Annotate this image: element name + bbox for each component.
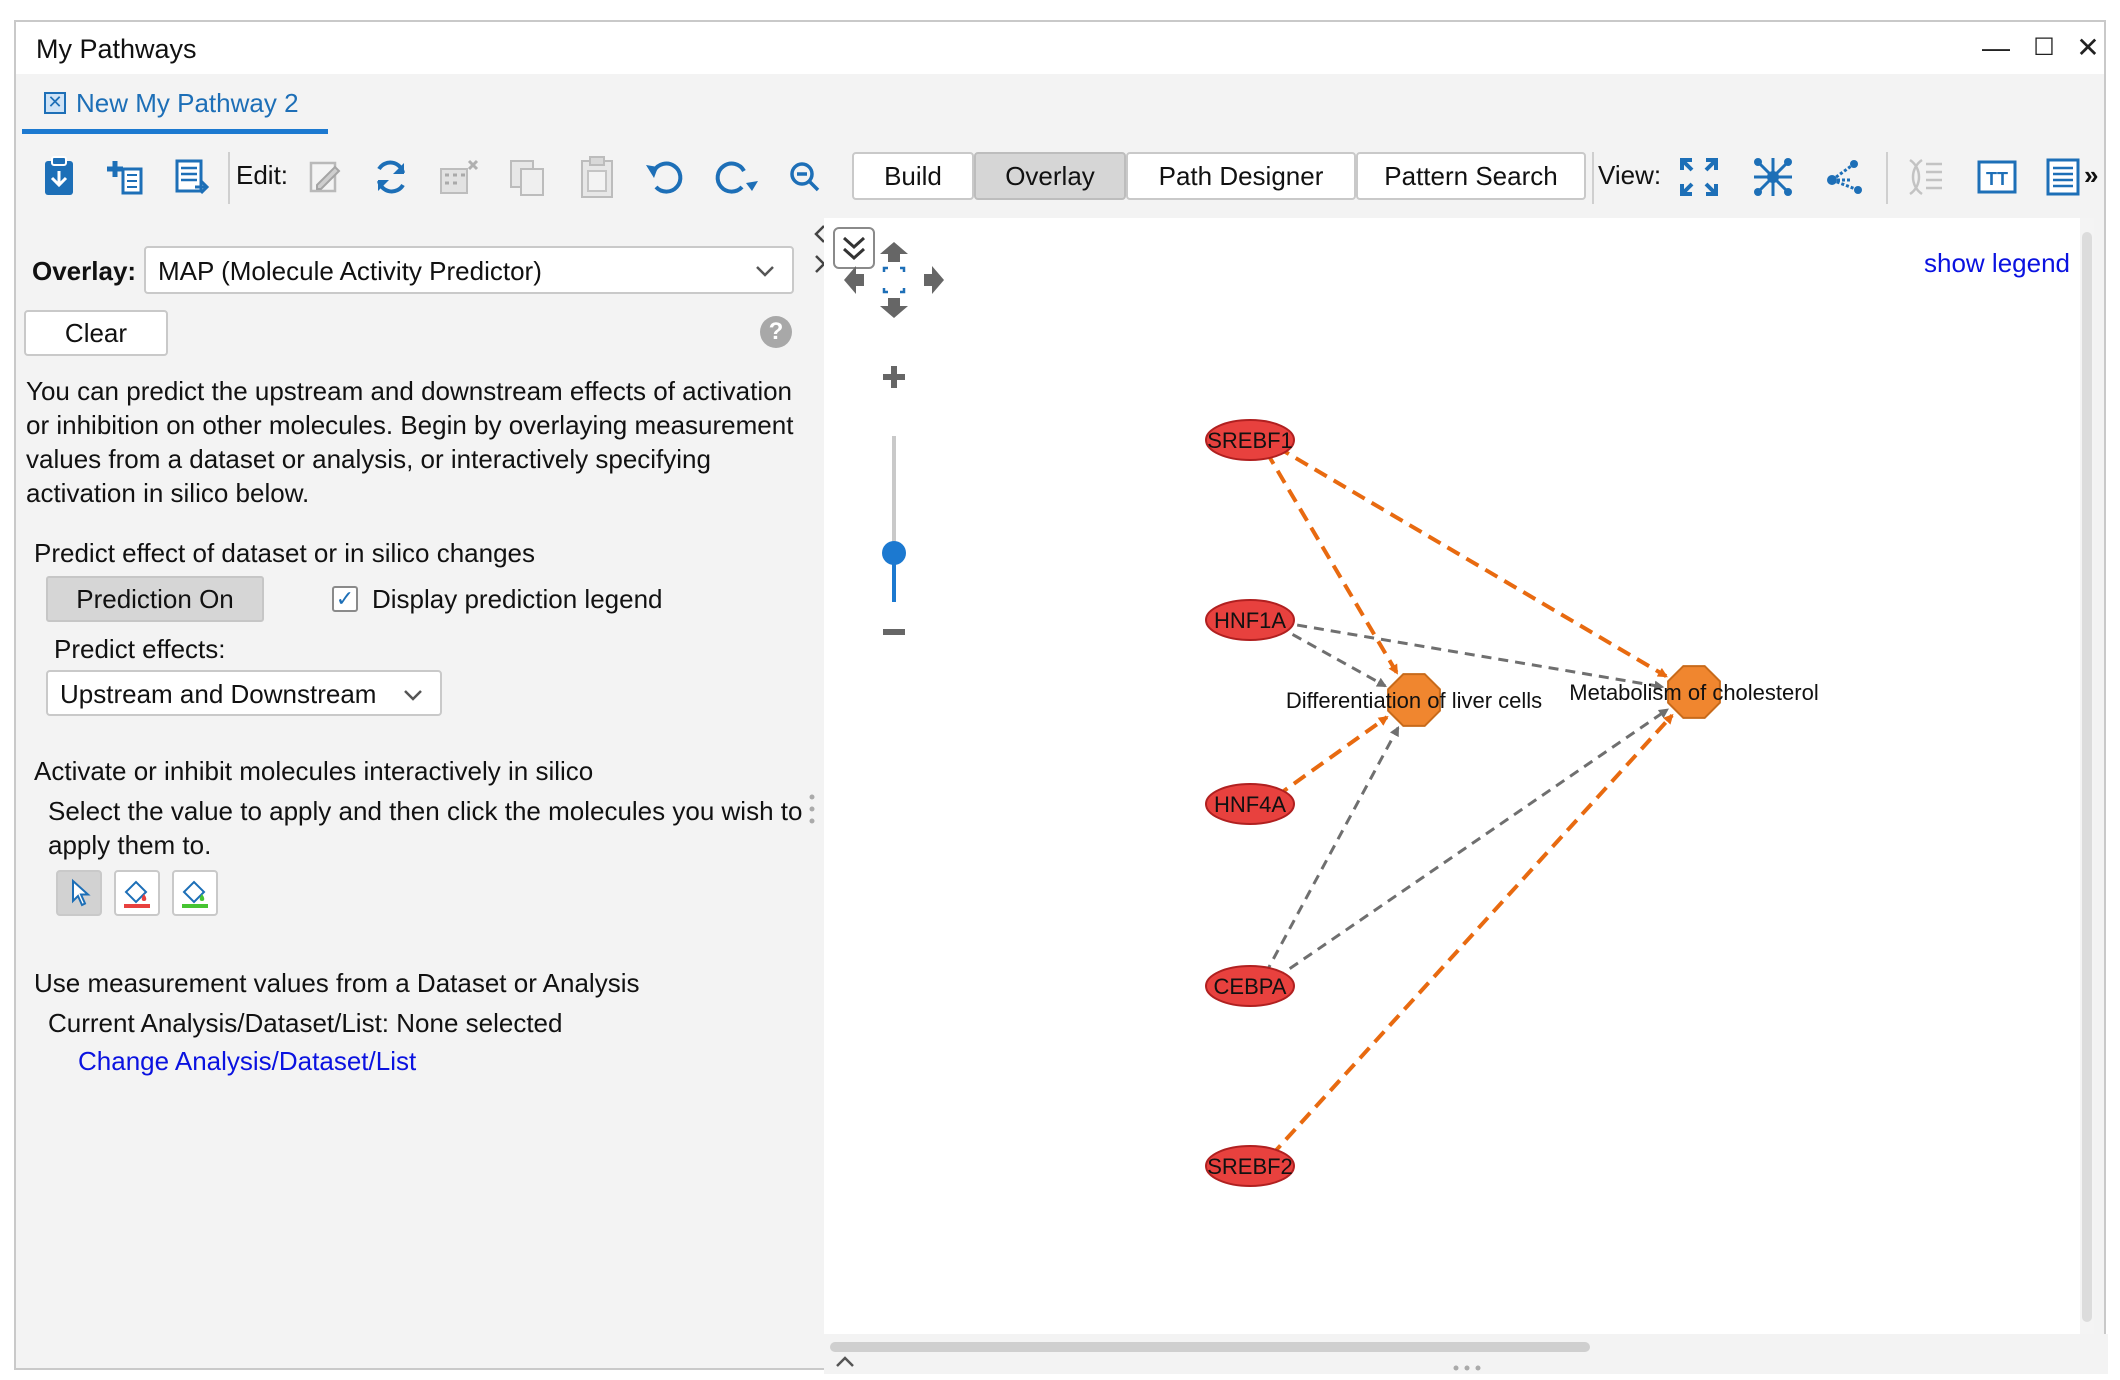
add-molecules-icon[interactable] <box>104 154 150 200</box>
activate-heading: Activate or inhibit molecules interactiv… <box>34 756 594 786</box>
tab-bar: ✕ New My Pathway 2 <box>16 74 2104 134</box>
edge-srebf1-to-moc[interactable] <box>1275 445 1668 678</box>
paint-bucket-green-icon <box>182 880 208 908</box>
toolbar-separator <box>1886 152 1888 204</box>
clear-button[interactable]: Clear <box>24 310 168 356</box>
node-dlc[interactable]: Differentiation of liver cells <box>1286 673 1542 727</box>
chevron-down-icon <box>402 678 424 719</box>
measure-heading: Use measurement values from a Dataset or… <box>34 968 640 998</box>
tab-label: New My Pathway 2 <box>76 88 299 118</box>
edge-hnf4a-to-dlc[interactable] <box>1274 715 1389 799</box>
details-list-icon[interactable] <box>2040 154 2086 200</box>
edit-label: Edit: <box>236 160 289 190</box>
node-label: Metabolism of cholesterol <box>1569 680 1818 705</box>
edge-srebf1-to-dlc[interactable] <box>1264 450 1399 675</box>
view-label: View: <box>1598 160 1662 190</box>
title-bar: My Pathways — ☐ ✕ <box>16 22 2104 74</box>
toolbar-separator <box>228 152 230 204</box>
help-icon[interactable]: ? <box>760 316 792 348</box>
change-dataset-link[interactable]: Change Analysis/Dataset/List <box>78 1046 416 1077</box>
edge-hnf1a-to-moc[interactable] <box>1280 620 1665 691</box>
overlay-label: Overlay: <box>32 256 137 286</box>
edge-hnf1a-to-dlc[interactable] <box>1276 624 1387 688</box>
predict-heading: Predict effect of dataset or in silico c… <box>34 538 536 568</box>
minimize-button[interactable]: — <box>1976 30 2016 66</box>
chevron-down-icon <box>754 254 776 295</box>
predict-effects-select[interactable]: Upstream and Downstream <box>46 670 442 716</box>
resize-grip-icon[interactable] <box>1452 1352 1482 1378</box>
node-label: HNF1A <box>1214 608 1286 633</box>
zoom-out-icon[interactable] <box>782 154 828 200</box>
node-cebpa[interactable]: CEBPA <box>1205 965 1295 1007</box>
activate-description: Select the value to apply and then click… <box>48 796 803 860</box>
network-layout-icon[interactable] <box>1750 154 1796 200</box>
paste-icon[interactable] <box>574 154 620 200</box>
node-srebf2[interactable]: SREBF2 <box>1205 1145 1295 1187</box>
more-tools-icon[interactable]: » <box>2084 160 2098 191</box>
fit-to-screen-icon[interactable] <box>1676 154 1722 200</box>
text-labels-icon[interactable]: TT <box>1974 154 2020 200</box>
close-button[interactable]: ✕ <box>2068 30 2108 66</box>
node-moc[interactable]: Metabolism of cholesterol <box>1569 665 1819 719</box>
window-title: My Pathways <box>36 34 197 64</box>
mode-pattern-search-button[interactable]: Pattern Search <box>1356 152 1586 200</box>
cursor-icon <box>72 878 91 907</box>
maximize-button[interactable]: ☐ <box>2024 30 2064 66</box>
predict-effects-value: Upstream and Downstream <box>60 679 377 709</box>
display-legend-label: Display prediction legend <box>372 584 663 614</box>
overlay-selected-value: MAP (Molecule Activity Predictor) <box>158 256 542 286</box>
refresh-icon[interactable] <box>368 154 414 200</box>
predict-effects-label: Predict effects: <box>54 634 226 664</box>
dna-list-icon[interactable] <box>1902 154 1948 200</box>
node-hnf4a[interactable]: HNF4A <box>1205 783 1295 825</box>
toolbar: Edit: Build Overlay Path Designer Patter… <box>16 134 2104 218</box>
share-graph-icon[interactable] <box>1822 154 1868 200</box>
display-legend-checkbox[interactable]: ✓ <box>332 586 358 612</box>
edge-srebf2-to-moc[interactable] <box>1269 713 1674 1158</box>
svg-text:TT: TT <box>1986 169 2008 189</box>
node-label: CEBPA <box>1214 974 1287 999</box>
copy-icon[interactable] <box>504 154 550 200</box>
node-label: SREBF2 <box>1207 1154 1293 1179</box>
pathway-network[interactable]: SREBF1 HNF1A HNF4A CEBPA SREBF2 Differentiati… <box>824 218 2080 1334</box>
prediction-toggle-button[interactable]: Prediction On <box>46 576 264 622</box>
overlay-panel: Overlay: MAP (Molecule Activity Predicto… <box>16 218 821 1368</box>
edge-cebpa-to-dlc[interactable] <box>1264 725 1400 975</box>
my-pathways-window: My Pathways — ☐ ✕ ✕ New My Pathway 2 Edi… <box>14 20 2108 1374</box>
undo-icon[interactable] <box>642 154 688 200</box>
vertical-scroll-thumb[interactable] <box>2082 232 2092 1322</box>
edit-notes-icon[interactable] <box>302 154 348 200</box>
chevron-up-icon[interactable] <box>834 1350 856 1376</box>
select-pointer-tool[interactable] <box>56 870 102 916</box>
node-label: HNF4A <box>1214 792 1286 817</box>
redo-icon[interactable] <box>714 154 760 200</box>
horizontal-scrollbar[interactable] <box>824 1334 2108 1374</box>
horizontal-scroll-thumb[interactable] <box>830 1342 1590 1352</box>
delete-molecules-icon[interactable] <box>436 154 482 200</box>
node-label: SREBF1 <box>1207 428 1293 453</box>
paint-bucket-red-icon <box>124 880 150 908</box>
activate-paint-tool[interactable] <box>114 870 160 916</box>
clipboard-export-icon[interactable] <box>36 154 82 200</box>
inhibit-paint-tool[interactable] <box>172 870 218 916</box>
overlay-intro-text: You can predict the upstream and downstr… <box>26 376 794 508</box>
node-srebf1[interactable]: SREBF1 <box>1205 419 1295 461</box>
splitter-grip-icon[interactable] <box>808 792 816 826</box>
node-label: Differentiation of liver cells <box>1286 688 1542 713</box>
node-hnf1a[interactable]: HNF1A <box>1205 599 1295 641</box>
vertical-scrollbar[interactable] <box>2080 218 2094 1334</box>
mode-path-designer-button[interactable]: Path Designer <box>1126 152 1356 200</box>
mode-build-button[interactable]: Build <box>852 152 974 200</box>
overlay-select[interactable]: MAP (Molecule Activity Predictor) <box>144 246 794 294</box>
current-dataset-label: Current Analysis/Dataset/List: None sele… <box>48 1008 563 1038</box>
tab-close-icon[interactable]: ✕ <box>44 92 66 114</box>
list-export-icon[interactable] <box>168 154 214 200</box>
pathway-canvas[interactable]: show legend SREBF1 HNF1A HNF4A CEBPA SREBF2 D… <box>824 218 2094 1334</box>
mode-overlay-button[interactable]: Overlay <box>974 152 1126 200</box>
tab-new-my-pathway-2[interactable]: ✕ New My Pathway 2 <box>22 74 328 134</box>
toolbar-separator <box>1592 152 1594 204</box>
